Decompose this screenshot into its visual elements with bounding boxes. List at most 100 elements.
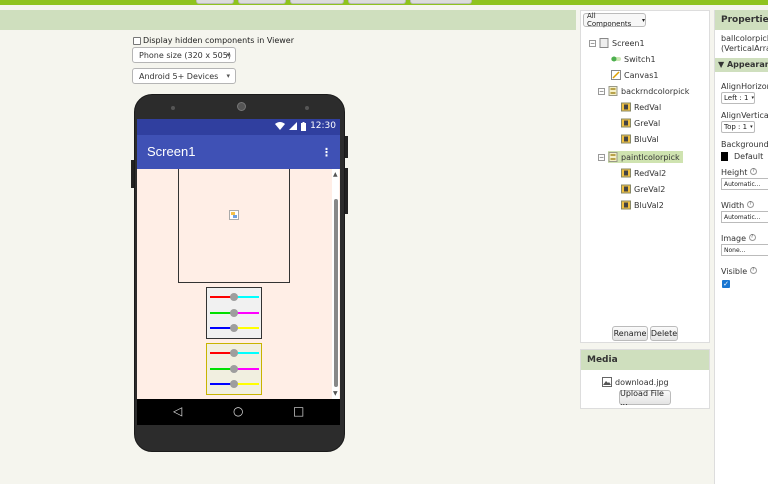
image-placeholder-icon (229, 210, 239, 220)
help-icon[interactable]: ? (750, 168, 757, 175)
collapse-toggle-icon[interactable]: − (598, 87, 605, 95)
tree-item-bluval[interactable]: BluVal (621, 134, 659, 144)
visible-label-row: Visible ? (721, 267, 757, 276)
slider-thumb[interactable] (230, 324, 238, 332)
tree-item-redval2[interactable]: RedVal2 (621, 168, 666, 178)
help-icon[interactable]: ? (748, 234, 756, 241)
slider-thumb[interactable] (230, 309, 238, 317)
appearance-section-label: Appearance (726, 60, 768, 69)
phone-side-button (345, 168, 348, 214)
appearance-section[interactable]: ▼ Appearance (715, 58, 768, 72)
background-color-value[interactable]: Default (734, 152, 763, 161)
status-time: 12:30 (310, 121, 336, 131)
collapse-toggle-icon[interactable]: − (598, 153, 605, 161)
help-icon[interactable]: ? (749, 267, 757, 274)
overflow-menu-icon[interactable]: ⋮ (321, 146, 332, 159)
paintlcolorpick-arrangement[interactable] (206, 343, 262, 395)
chevron-down-icon: ▾ (750, 124, 753, 130)
phone-side-button (345, 136, 348, 158)
tree-item-bluval2[interactable]: BluVal2 (621, 200, 664, 210)
components-filter-dropdown[interactable]: All Components ▾ (583, 12, 646, 28)
tree-item-switch1[interactable]: Switch1 (611, 54, 656, 64)
hidden-components-toggle[interactable]: Display hidden components in Viewer (133, 36, 294, 45)
tree-item-backrndcolorpick[interactable]: − backrndcolorpick (598, 86, 689, 96)
tree-item-screen1[interactable]: − Screen1 (589, 38, 645, 48)
upload-file-button[interactable]: Upload File ... (619, 389, 671, 407)
slider-icon (621, 102, 631, 112)
bluval-slider[interactable] (210, 322, 259, 334)
tree-item-canvas1[interactable]: Canvas1 (611, 70, 658, 80)
image-field[interactable]: None... (721, 244, 768, 256)
tree-item-greval[interactable]: GreVal (621, 118, 660, 128)
nav-recents-icon[interactable]: □ (293, 404, 304, 418)
tree-item-greval2[interactable]: GreVal2 (621, 184, 665, 194)
redval2-slider[interactable] (210, 347, 259, 359)
tree-item-label: RedVal (634, 102, 662, 112)
tree-item-label: GreVal (634, 118, 661, 128)
align-horizontal-select[interactable]: Left : 1 ▾ (721, 92, 755, 104)
phone-size-select[interactable]: Phone size (320 x 505) ▾ (132, 47, 236, 63)
collapse-triangle-icon: ▼ (718, 60, 725, 69)
components-panel: All Components ▾ − Screen1 Switch1 Canva… (580, 10, 710, 343)
slider-thumb[interactable] (230, 365, 238, 373)
width-field[interactable]: Automatic... (721, 211, 768, 223)
slider-icon (621, 200, 631, 210)
properties-panel: Properties ballcolorpick (VerticalArran … (714, 10, 768, 484)
android-status-bar: 12:30 (137, 119, 340, 135)
align-horizontal-value: Left : 1 (724, 94, 749, 102)
visible-checkbox[interactable]: ✓ (722, 280, 730, 288)
toolbar-button-4[interactable] (348, 0, 406, 4)
selected-component-type: (VerticalArran (721, 44, 768, 53)
redval-slider[interactable] (210, 291, 259, 303)
help-icon[interactable]: ? (746, 201, 754, 208)
bluval2-slider[interactable] (210, 378, 259, 390)
phone-sensor-dot (305, 106, 309, 110)
align-vertical-select[interactable]: Top : 1 ▾ (721, 121, 755, 133)
height-field[interactable]: Automatic... (721, 178, 768, 190)
tree-item-paintlcolorpick[interactable]: − paintlcolorpick (598, 151, 683, 163)
tree-item-redval[interactable]: RedVal (621, 102, 661, 112)
backrndcolorpick-arrangement[interactable] (206, 287, 262, 339)
slider-icon (621, 134, 631, 144)
align-horizontal-label: AlignHorizonta (721, 82, 768, 91)
toolbar-button-1[interactable] (196, 0, 234, 4)
screen-scrollbar-thumb[interactable] (334, 199, 338, 387)
align-vertical-value: Top : 1 (724, 123, 748, 131)
align-vertical-label-row: AlignVertical ? (721, 111, 768, 120)
phone-screen: ▲ ▼ (137, 169, 340, 399)
phone-side-button (131, 160, 134, 188)
tree-item-label: paintlcolorpick (621, 152, 680, 162)
app-title-bar: Screen1 ⋮ (137, 135, 340, 169)
collapse-toggle-icon[interactable]: − (589, 39, 596, 47)
signal-icon (289, 122, 298, 130)
toolbar-button-3[interactable] (290, 0, 344, 4)
background-color-swatch[interactable] (721, 152, 728, 161)
tree-item-label: Canvas1 (624, 70, 659, 80)
canvas1[interactable] (178, 169, 290, 283)
slider-thumb[interactable] (230, 293, 238, 301)
slider-icon (621, 184, 631, 194)
nav-home-icon[interactable]: ○ (233, 404, 243, 418)
toolbar-button-5[interactable] (410, 0, 472, 4)
delete-button[interactable]: Delete (650, 326, 678, 341)
scroll-down-arrow-icon[interactable]: ▼ (333, 390, 338, 397)
toolbar-button-2[interactable] (238, 0, 286, 4)
scroll-up-arrow-icon[interactable]: ▲ (333, 171, 338, 178)
visible-label: Visible (721, 267, 748, 276)
greval-slider[interactable] (210, 307, 259, 319)
tree-item-label: BluVal2 (634, 200, 664, 210)
slider-thumb[interactable] (230, 380, 238, 388)
chevron-down-icon: ▾ (641, 16, 645, 24)
media-file-item[interactable]: download.jpg (602, 377, 669, 387)
device-select[interactable]: Android 5+ Devices ▾ (132, 68, 236, 84)
viewer-header-bar (0, 10, 576, 30)
hidden-components-checkbox[interactable] (133, 36, 141, 45)
greval2-slider[interactable] (210, 363, 259, 375)
battery-icon (301, 121, 307, 131)
slider-thumb[interactable] (230, 349, 238, 357)
nav-back-icon[interactable]: ◁ (173, 404, 182, 418)
width-label-row: Width ? (721, 201, 754, 210)
width-label: Width (721, 201, 745, 210)
rename-button[interactable]: Rename (612, 326, 648, 341)
hidden-components-label: Display hidden components in Viewer (143, 36, 295, 45)
